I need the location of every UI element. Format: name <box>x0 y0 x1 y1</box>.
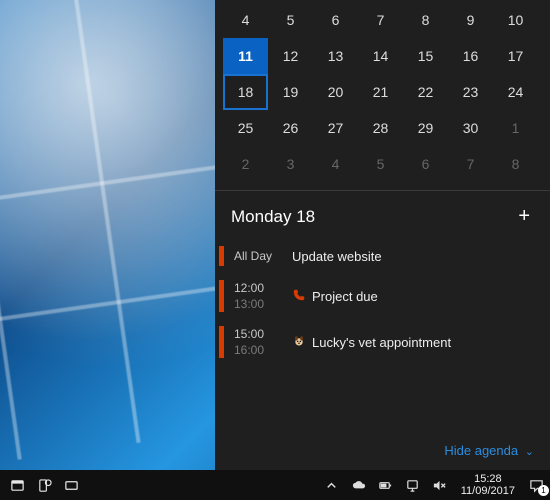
calendar-day[interactable]: 6 <box>403 146 448 182</box>
calendar-day[interactable]: 6 <box>313 2 358 38</box>
calendar-day[interactable]: 20 <box>313 74 358 110</box>
calendar-day[interactable]: 3 <box>268 146 313 182</box>
hide-agenda-link[interactable]: Hide agenda ⌄ <box>444 443 534 458</box>
calendar-day[interactable]: 7 <box>358 2 403 38</box>
event-title: Update website <box>292 246 538 266</box>
event-title: Lucky's vet appointment <box>292 326 538 358</box>
calendar-row: 11121314151617 <box>223 38 542 74</box>
phone-icon <box>292 288 306 305</box>
tray-up-icon[interactable] <box>318 470 345 500</box>
calendar-day[interactable]: 30 <box>448 110 493 146</box>
action-center-icon[interactable]: 1 <box>523 470 550 500</box>
clock-time: 15:28 <box>461 473 515 485</box>
calendar-day[interactable]: 26 <box>268 110 313 146</box>
calendar-flyout: 4567891011121314151617181920212223242526… <box>215 0 550 470</box>
calendar-day[interactable]: 10 <box>493 2 538 38</box>
calendar-row: 18192021222324 <box>223 74 542 110</box>
action-center-badge: 1 <box>538 485 549 496</box>
event-start-time: 12:00 <box>234 280 292 296</box>
volume-muted-icon[interactable] <box>426 470 453 500</box>
calendar-day[interactable]: 28 <box>358 110 403 146</box>
calendar-day[interactable]: 12 <box>268 38 313 74</box>
calendar-day[interactable]: 21 <box>358 74 403 110</box>
event-all-day-label: All Day <box>234 246 292 266</box>
calendar-day[interactable]: 17 <box>493 38 538 74</box>
event-color-bar <box>219 280 224 312</box>
calendar-day[interactable]: 29 <box>403 110 448 146</box>
network-icon[interactable] <box>399 470 426 500</box>
calendar-day[interactable]: 23 <box>448 74 493 110</box>
calendar-row: 45678910 <box>223 2 542 38</box>
calendar-day[interactable]: 19 <box>268 74 313 110</box>
hide-agenda-row: Hide agenda ⌄ <box>215 435 550 470</box>
agenda-header: Monday 18 + <box>215 191 550 234</box>
calendar-day[interactable]: 5 <box>268 2 313 38</box>
agenda-date-label: Monday 18 <box>231 207 315 227</box>
chevron-down-icon: ⌄ <box>522 446 534 458</box>
hide-agenda-label: Hide agenda <box>444 443 518 458</box>
onedrive-icon[interactable] <box>345 470 372 500</box>
taskbar: 15:28 11/09/2017 1 <box>0 470 550 500</box>
calendar-grid: 4567891011121314151617181920212223242526… <box>215 0 550 188</box>
event-time: 12:0013:00 <box>234 280 292 312</box>
calendar-day[interactable]: 24 <box>493 74 538 110</box>
agenda-list: All DayUpdate website12:0013:00Project d… <box>215 234 550 372</box>
calendar-day[interactable]: 11 <box>223 38 268 74</box>
agenda-event[interactable]: 12:0013:00Project due <box>215 274 550 318</box>
calendar-day[interactable]: 27 <box>313 110 358 146</box>
event-color-bar <box>219 326 224 358</box>
calendar-day[interactable]: 22 <box>403 74 448 110</box>
calendar-day[interactable]: 4 <box>313 146 358 182</box>
event-title: Project due <box>292 280 538 312</box>
calendar-day[interactable]: 4 <box>223 2 268 38</box>
add-event-button[interactable]: + <box>514 205 534 228</box>
event-time: 15:0016:00 <box>234 326 292 358</box>
calendar-day[interactable]: 25 <box>223 110 268 146</box>
event-end-time: 16:00 <box>234 342 292 358</box>
calendar-day[interactable]: 9 <box>448 2 493 38</box>
pinned-app-1[interactable] <box>4 470 31 500</box>
agenda-event[interactable]: 15:0016:00Lucky's vet appointment <box>215 320 550 364</box>
calendar-day[interactable]: 18 <box>223 74 268 110</box>
agenda-event[interactable]: All DayUpdate website <box>215 240 550 272</box>
taskbar-clock[interactable]: 15:28 11/09/2017 <box>453 470 523 500</box>
calendar-day[interactable]: 14 <box>358 38 403 74</box>
calendar-day[interactable]: 7 <box>448 146 493 182</box>
event-color-bar <box>219 246 224 266</box>
pinned-app-2[interactable] <box>31 470 58 500</box>
calendar-day[interactable]: 5 <box>358 146 403 182</box>
calendar-day[interactable]: 2 <box>223 146 268 182</box>
calendar-row: 2345678 <box>223 146 542 182</box>
calendar-day[interactable]: 13 <box>313 38 358 74</box>
calendar-day[interactable]: 8 <box>403 2 448 38</box>
calendar-row: 2526272829301 <box>223 110 542 146</box>
dog-icon <box>292 334 306 351</box>
taskbar-pinned-apps <box>4 470 85 500</box>
pinned-app-3[interactable] <box>58 470 85 500</box>
clock-date: 11/09/2017 <box>461 485 515 497</box>
calendar-day[interactable]: 15 <box>403 38 448 74</box>
battery-icon[interactable] <box>372 470 399 500</box>
calendar-day[interactable]: 16 <box>448 38 493 74</box>
calendar-day[interactable]: 8 <box>493 146 538 182</box>
event-end-time: 13:00 <box>234 296 292 312</box>
calendar-day[interactable]: 1 <box>493 110 538 146</box>
event-start-time: 15:00 <box>234 326 292 342</box>
